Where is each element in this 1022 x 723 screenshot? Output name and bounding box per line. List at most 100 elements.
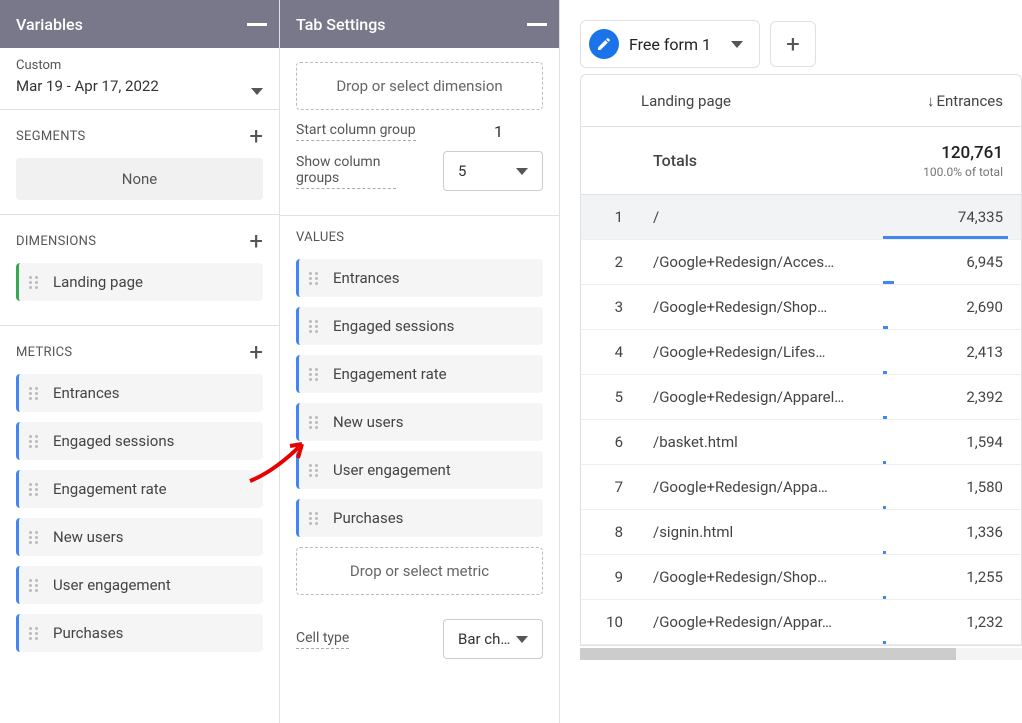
row-value: 2,392 (891, 388, 1021, 406)
row-index: 1 (581, 208, 641, 226)
row-value: 1,336 (891, 523, 1021, 541)
row-page: /Google+Redesign/Acces… (641, 253, 891, 271)
horizontal-scrollbar[interactable] (580, 648, 1022, 660)
bar-indicator (883, 416, 887, 419)
tab-settings-panel: Tab Settings Drop or select dimension St… (280, 0, 560, 723)
metric-chip[interactable]: New users (16, 518, 263, 556)
add-dimension-icon[interactable] (249, 229, 263, 253)
dimension-chip[interactable]: Landing page (16, 263, 263, 301)
drag-handle-icon[interactable] (29, 531, 43, 544)
value-chip[interactable]: Engaged sessions (296, 307, 543, 345)
value-chip[interactable]: Entrances (296, 259, 543, 297)
chip-label: Entrances (333, 269, 400, 287)
chip-label: Engaged sessions (53, 432, 174, 450)
collapse-icon[interactable] (527, 23, 547, 26)
segments-none[interactable]: None (16, 158, 263, 200)
variables-panel: Variables Custom Mar 19 - Apr 17, 2022 S… (0, 0, 280, 723)
drag-handle-icon[interactable] (309, 368, 323, 381)
value-chip[interactable]: Engagement rate (296, 355, 543, 393)
metric-chip[interactable]: Purchases (16, 614, 263, 652)
metric-chip[interactable]: User engagement (16, 566, 263, 604)
bar-indicator (883, 641, 886, 644)
row-index: 7 (581, 478, 641, 496)
exploration-tab[interactable]: Free form 1 (580, 20, 760, 68)
row-index: 6 (581, 433, 641, 451)
bar-indicator (883, 551, 886, 554)
drag-handle-icon[interactable] (29, 435, 43, 448)
bar-indicator (883, 506, 886, 509)
bar-indicator (883, 371, 887, 374)
drag-handle-icon[interactable] (309, 272, 323, 285)
values-title: VALUES (296, 230, 543, 245)
bar-indicator (883, 461, 886, 464)
value-chip[interactable]: Purchases (296, 499, 543, 537)
drag-handle-icon[interactable] (309, 512, 323, 525)
drop-dimension-zone[interactable]: Drop or select dimension (296, 62, 543, 110)
table-row[interactable]: 4 /Google+Redesign/Lifes… 2,413 (581, 330, 1021, 375)
variables-header[interactable]: Variables (0, 0, 279, 48)
drag-handle-icon[interactable] (309, 320, 323, 333)
chip-label: User engagement (333, 461, 451, 479)
start-column-value[interactable]: 1 (494, 122, 503, 141)
bar-indicator (883, 596, 886, 599)
table-row[interactable]: 10 /Google+Redesign/Appar… 1,232 (581, 600, 1021, 645)
row-value: 6,945 (891, 253, 1021, 271)
row-index: 3 (581, 298, 641, 316)
bar-indicator (883, 326, 888, 329)
add-tab-button[interactable]: + (770, 21, 816, 67)
table-row[interactable]: 3 /Google+Redesign/Shop… 2,690 (581, 285, 1021, 330)
cell-type-value: Bar ch… (458, 630, 510, 648)
row-value: 2,413 (891, 343, 1021, 361)
drag-handle-icon[interactable] (29, 483, 43, 496)
add-segment-icon[interactable] (249, 124, 263, 148)
tab-settings-header[interactable]: Tab Settings (280, 0, 559, 48)
row-page: /Google+Redesign/Apparel… (641, 388, 891, 406)
chevron-down-icon[interactable] (731, 41, 743, 48)
value-chip[interactable]: User engagement (296, 451, 543, 489)
metrics-title: METRICS (16, 345, 72, 360)
show-column-label: Show column groups (296, 154, 396, 189)
bar-indicator (883, 281, 894, 284)
drag-handle-icon[interactable] (29, 276, 43, 289)
table-row[interactable]: 1 / 74,335 (581, 195, 1021, 240)
dimensions-section: DIMENSIONS Landing page (0, 215, 279, 326)
drop-metric-zone[interactable]: Drop or select metric (296, 547, 543, 595)
collapse-icon[interactable] (247, 23, 267, 26)
drag-handle-icon[interactable] (309, 464, 323, 477)
values-section: VALUES Entrances Engaged sessions Engageme… (280, 216, 559, 683)
metric-header[interactable]: Entrances (891, 92, 1021, 110)
dimension-header[interactable]: Landing page (641, 92, 891, 110)
add-metric-icon[interactable] (249, 340, 263, 364)
chip-label: User engagement (53, 576, 171, 594)
table-row[interactable]: 5 /Google+Redesign/Apparel… 2,392 (581, 375, 1021, 420)
totals-row: Totals 120,761 100.0% of total (581, 127, 1021, 195)
cell-type-select[interactable]: Bar ch… (443, 619, 543, 659)
chevron-down-icon (251, 88, 263, 95)
row-index: 2 (581, 253, 641, 271)
metric-chip[interactable]: Engagement rate (16, 470, 263, 508)
table-row[interactable]: 7 /Google+Redesign/Appa… 1,580 (581, 465, 1021, 510)
table-row[interactable]: 9 /Google+Redesign/Shop… 1,255 (581, 555, 1021, 600)
table-row[interactable]: 8 /signin.html 1,336 (581, 510, 1021, 555)
table-row[interactable]: 2 /Google+Redesign/Acces… 6,945 (581, 240, 1021, 285)
metric-chip[interactable]: Engaged sessions (16, 422, 263, 460)
scrollbar-thumb[interactable] (580, 648, 956, 660)
table-header: Landing page Entrances (581, 75, 1021, 127)
row-page: /Google+Redesign/Appa… (641, 478, 891, 496)
drag-handle-icon[interactable] (29, 387, 43, 400)
edit-icon[interactable] (589, 29, 619, 59)
drag-handle-icon[interactable] (309, 416, 323, 429)
value-chip[interactable]: New users (296, 403, 543, 441)
metric-chip[interactable]: Entrances (16, 374, 263, 412)
exploration-canvas: Free form 1 + Landing page Entrances Tot… (560, 0, 1022, 723)
drag-handle-icon[interactable] (29, 579, 43, 592)
show-column-value: 5 (458, 162, 466, 180)
row-value: 1,594 (891, 433, 1021, 451)
date-range-picker[interactable]: Custom Mar 19 - Apr 17, 2022 (0, 48, 279, 110)
table-row[interactable]: 6 /basket.html 1,594 (581, 420, 1021, 465)
row-page: /basket.html (641, 433, 891, 451)
drag-handle-icon[interactable] (29, 627, 43, 640)
chevron-down-icon (516, 636, 528, 643)
segments-title: SEGMENTS (16, 129, 86, 144)
show-column-select[interactable]: 5 (443, 151, 543, 191)
